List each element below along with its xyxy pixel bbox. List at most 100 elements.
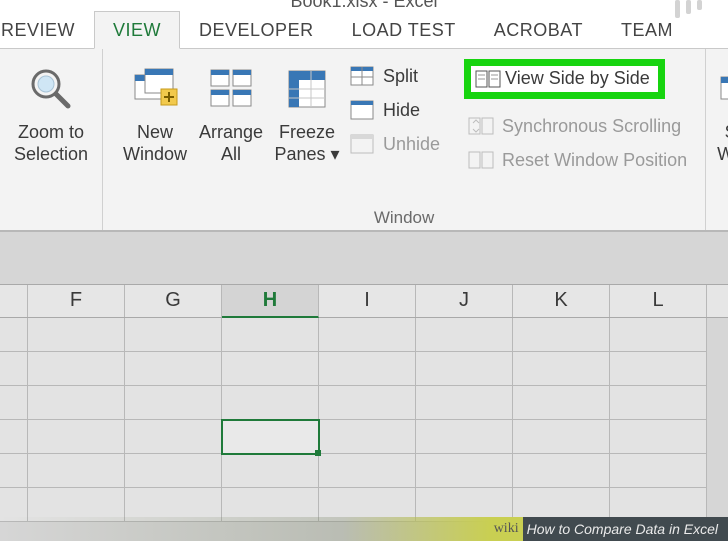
cell[interactable]: [125, 420, 222, 454]
split-label: Split: [383, 66, 418, 87]
cell[interactable]: [319, 454, 416, 488]
col-header-K[interactable]: K: [513, 285, 610, 317]
cell[interactable]: [222, 318, 319, 352]
window-small-col-2: View Side by Side Synchronous Scrolling …: [464, 59, 691, 171]
cell[interactable]: [319, 318, 416, 352]
cell[interactable]: [416, 420, 513, 454]
zoom-to-selection-button[interactable]: Zoom to Selection: [6, 59, 96, 165]
split-icon: [349, 65, 375, 87]
spreadsheet: FGHIJKL: [0, 284, 728, 522]
cell[interactable]: [222, 386, 319, 420]
ribbon: Zoom to Selection New Wi: [0, 49, 728, 232]
cell[interactable]: [222, 352, 319, 386]
cell[interactable]: [416, 352, 513, 386]
selected-cell[interactable]: [222, 420, 319, 454]
unhide-icon: [349, 133, 375, 155]
reset-pos-label: Reset Window Position: [502, 150, 687, 171]
switch-windows-icon: [715, 61, 728, 117]
reset-window-position-button[interactable]: Reset Window Position: [468, 149, 687, 171]
freeze-panes-button[interactable]: Freeze Panes ▾: [269, 59, 345, 165]
tab-loadtest[interactable]: LOAD TEST: [333, 11, 475, 48]
cell[interactable]: [416, 386, 513, 420]
sync-scroll-label: Synchronous Scrolling: [502, 116, 681, 137]
row-gutter[interactable]: [0, 386, 28, 420]
cell[interactable]: [513, 454, 610, 488]
col-header-F[interactable]: F: [28, 285, 125, 317]
cell[interactable]: [28, 352, 125, 386]
tab-review[interactable]: REVIEW: [0, 11, 94, 48]
cell[interactable]: [610, 318, 707, 352]
row-gutter[interactable]: [0, 454, 28, 488]
highlight-box: View Side by Side: [464, 59, 665, 99]
col-header-gutter[interactable]: [0, 285, 28, 317]
unhide-label: Unhide: [383, 134, 440, 155]
reset-pos-icon: [468, 149, 494, 171]
cell[interactable]: [125, 318, 222, 352]
cell[interactable]: [28, 386, 125, 420]
title-bar: Book1.xlsx - Excel: [0, 0, 728, 11]
magnifier-icon: [28, 61, 74, 117]
cell[interactable]: [610, 352, 707, 386]
cell[interactable]: [513, 352, 610, 386]
cell[interactable]: [319, 386, 416, 420]
tab-developer[interactable]: DEVELOPER: [180, 11, 333, 48]
cell[interactable]: [513, 318, 610, 352]
cell[interactable]: [610, 454, 707, 488]
split-button[interactable]: Split: [349, 65, 440, 87]
view-side-label: View Side by Side: [501, 68, 654, 90]
row-gutter[interactable]: [0, 352, 28, 386]
cell[interactable]: [125, 352, 222, 386]
cell[interactable]: [416, 454, 513, 488]
col-header-J[interactable]: J: [416, 285, 513, 317]
cell[interactable]: [513, 386, 610, 420]
cell[interactable]: [513, 420, 610, 454]
col-header-L[interactable]: L: [610, 285, 707, 317]
caption-text: How to Compare Data in Excel: [523, 517, 728, 541]
table-row: [0, 454, 728, 488]
tab-acrobat[interactable]: ACROBAT: [475, 11, 602, 48]
switch-windows-button[interactable]: Sw Winc: [712, 59, 728, 165]
cell[interactable]: [125, 454, 222, 488]
rows: [0, 318, 728, 522]
cell[interactable]: [28, 454, 125, 488]
col-header-H[interactable]: H: [222, 285, 319, 318]
hide-button[interactable]: Hide: [349, 99, 440, 121]
ribbon-tabs: REVIEW VIEW DEVELOPER LOAD TEST ACROBAT …: [0, 11, 728, 49]
freeze-panes-label: Freeze Panes ▾: [274, 121, 339, 165]
cell[interactable]: [125, 386, 222, 420]
freeze-panes-icon: [285, 61, 329, 117]
table-row: [0, 420, 728, 454]
tab-team[interactable]: TEAM: [602, 11, 692, 48]
cell[interactable]: [28, 318, 125, 352]
window-title: Book1.xlsx - Excel: [290, 0, 437, 8]
group-label-zoom: [6, 208, 96, 228]
cell[interactable]: [28, 420, 125, 454]
view-side-by-side-button[interactable]: View Side by Side: [464, 59, 687, 99]
cell[interactable]: [222, 454, 319, 488]
row-gutter[interactable]: [0, 318, 28, 352]
tab-view[interactable]: VIEW: [94, 11, 180, 49]
cell[interactable]: [416, 318, 513, 352]
new-window-icon: [131, 61, 179, 117]
table-row: [0, 386, 728, 420]
group-label-window: Window: [117, 208, 691, 228]
window-small-col-1: Split Hide Unhide: [345, 59, 444, 155]
col-header-I[interactable]: I: [319, 285, 416, 317]
hide-icon: [349, 99, 375, 121]
row-gutter[interactable]: [0, 420, 28, 454]
cell[interactable]: [319, 420, 416, 454]
new-window-button[interactable]: New Window: [117, 59, 193, 165]
arrange-all-label: Arrange All: [199, 121, 263, 165]
cell[interactable]: [610, 420, 707, 454]
unhide-button[interactable]: Unhide: [349, 133, 440, 155]
synchronous-scrolling-button[interactable]: Synchronous Scrolling: [468, 115, 687, 137]
caption-bar: wiki How to Compare Data in Excel: [0, 517, 728, 541]
col-header-G[interactable]: G: [125, 285, 222, 317]
table-row: [0, 318, 728, 352]
arrange-all-icon: [208, 61, 254, 117]
cell[interactable]: [610, 386, 707, 420]
side-by-side-icon: [475, 68, 501, 90]
arrange-all-button[interactable]: Arrange All: [193, 59, 269, 165]
new-window-label: New Window: [123, 121, 187, 165]
cell[interactable]: [319, 352, 416, 386]
